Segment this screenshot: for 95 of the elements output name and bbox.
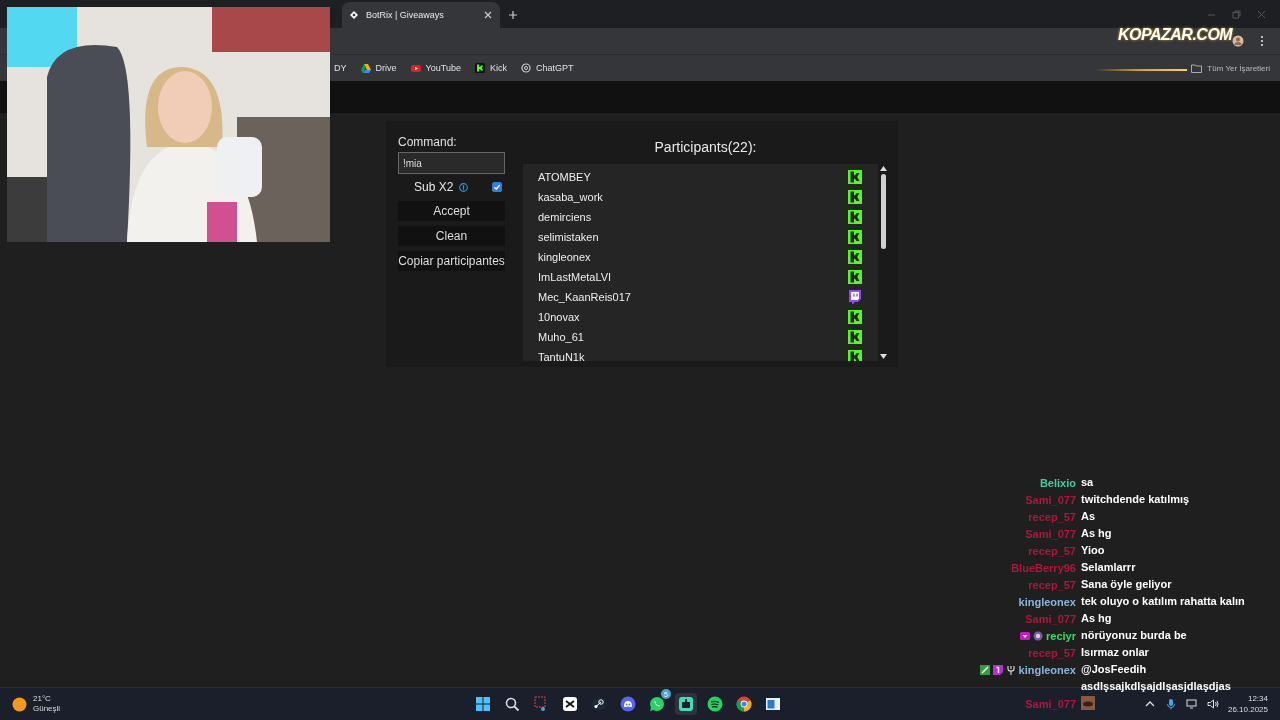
chat-message: As hg <box>1081 611 1113 626</box>
k-logo-icon <box>848 229 862 245</box>
k-logo-icon <box>848 189 862 205</box>
chat-message: As <box>1081 509 1097 524</box>
chat-message: @JosFeedih asdlşsajkdlşajdlşasjdlaşdjas <box>1081 662 1232 694</box>
phone-bubble-icon[interactable] <box>649 696 665 712</box>
site-icon <box>350 11 358 19</box>
drive-icon <box>360 63 371 73</box>
checkbox[interactable] <box>492 182 503 192</box>
chat-username: recep_57 <box>1028 510 1076 523</box>
microphone-icon[interactable] <box>1164 698 1177 710</box>
participant-name: TantuN1k <box>538 351 586 361</box>
action-button[interactable]: Clean <box>398 226 505 246</box>
weather-text: Güneşli <box>33 704 61 714</box>
play-icon <box>410 63 421 73</box>
network-icon[interactable] <box>1185 698 1198 710</box>
all-bookmarks-link[interactable]: Tüm Yer İşaretleri <box>1207 63 1270 73</box>
participant-name: ATOMBEY <box>538 171 592 183</box>
k-logo-icon <box>848 209 862 225</box>
bookmark-link[interactable]: ChatGPT <box>535 63 574 73</box>
bookmark-link[interactable]: DY <box>334 63 347 73</box>
sword-icon <box>979 664 990 675</box>
k-logo-icon <box>474 63 485 73</box>
participant-name: demirciens <box>538 211 593 223</box>
new-tab-icon[interactable] <box>508 10 518 20</box>
window-icon[interactable] <box>765 696 781 712</box>
subscriber-icon <box>992 664 1003 675</box>
chat-username: BlueBerry96 <box>1011 561 1076 574</box>
chrome-icon[interactable] <box>736 696 752 712</box>
scrollbar[interactable] <box>878 164 888 361</box>
fork-icon <box>1005 664 1016 675</box>
command-label: Command: <box>398 135 458 149</box>
k-logo-icon <box>848 269 862 285</box>
chat-username: Belixio <box>1039 476 1076 489</box>
chat-username: Sami_077 <box>1025 527 1076 540</box>
chat-message: tek oluyo o katılım rahatta kalın <box>1081 594 1246 609</box>
scroll-down-icon[interactable] <box>879 354 887 359</box>
action-button[interactable]: Accept <box>398 201 505 221</box>
participant-name: Mec_KaanReis017 <box>538 291 632 303</box>
chat-bubble-icon <box>848 289 862 305</box>
chat-username: reciyr <box>1046 629 1076 642</box>
chat-username: Sami_077 <box>1025 697 1076 710</box>
info-icon[interactable] <box>459 182 469 192</box>
chat-message: Yioo <box>1081 543 1106 558</box>
participant-name: selimistaken <box>538 231 600 243</box>
participant-name: kasaba_work <box>538 191 604 203</box>
chat-username: kingleonex <box>1018 595 1076 608</box>
k-logo-icon <box>848 309 862 325</box>
participant-name: kingleonex <box>538 251 592 263</box>
k-logo-icon <box>848 249 862 265</box>
chat-message: nörüyonuz burda be <box>1081 628 1188 643</box>
participant-name: ImLastMetaLVI <box>538 271 613 283</box>
chat-message: twitchdende katılmış <box>1081 492 1191 507</box>
chat-message: sa <box>1081 475 1095 490</box>
clock-time: 12:34 <box>1247 693 1268 704</box>
gift-icon <box>1020 630 1030 641</box>
chat-username: recep_57 <box>1028 578 1076 591</box>
sub-x2-label: Sub X2 <box>414 180 454 194</box>
chat-username: kingleonex <box>1018 663 1076 676</box>
stream-logo: KOPAZAR.COM <box>1118 26 1233 44</box>
chat-username: Sami_077 <box>1025 612 1076 625</box>
sun-icon <box>12 696 27 712</box>
bookmark-link[interactable]: Kick <box>489 63 507 73</box>
chat-username: Sami_077 <box>1025 493 1076 506</box>
spotify-icon[interactable] <box>707 696 723 712</box>
scroll-up-icon[interactable] <box>879 166 887 171</box>
chat-message: Selamlarrr <box>1081 560 1137 575</box>
speaker-icon[interactable] <box>1206 698 1219 710</box>
action-button[interactable]: Copiar participantes <box>398 251 505 271</box>
folder-icon <box>1191 63 1203 73</box>
discord-icon[interactable] <box>620 696 636 712</box>
clock-date: 26.10.2025 <box>1227 704 1268 715</box>
steam-icon[interactable] <box>591 696 607 712</box>
command-field[interactable]: !mia <box>398 152 505 174</box>
chat-message: Sana öyle geliyor <box>1081 577 1173 592</box>
bookmark-link[interactable]: Drive <box>375 63 397 73</box>
participant-name: Muho_61 <box>538 331 585 343</box>
k-logo-icon <box>848 329 862 345</box>
emote-icon <box>1081 696 1095 710</box>
browser-tab[interactable]: BotRix | Giveaways <box>342 2 500 28</box>
chat-message: Isırmaz onlar <box>1081 645 1150 660</box>
search-icon[interactable] <box>504 696 520 712</box>
bookmark-link[interactable]: YouTube <box>425 63 461 73</box>
chat-message: As hg <box>1081 526 1113 541</box>
chat-username: recep_57 <box>1028 646 1076 659</box>
round-badge-icon <box>1033 630 1043 641</box>
participant-name: 10novax <box>538 311 581 323</box>
windows-icon[interactable] <box>475 696 491 712</box>
capcut-icon[interactable] <box>562 696 578 712</box>
chat-username: recep_57 <box>1028 544 1076 557</box>
temperature-text: 21°C <box>33 694 52 704</box>
participants-title: Participants(22): <box>653 139 758 155</box>
profile-avatar-icon[interactable] <box>1232 35 1244 47</box>
k-logo-icon <box>848 169 862 185</box>
scroll-thumb[interactable] <box>880 174 886 249</box>
